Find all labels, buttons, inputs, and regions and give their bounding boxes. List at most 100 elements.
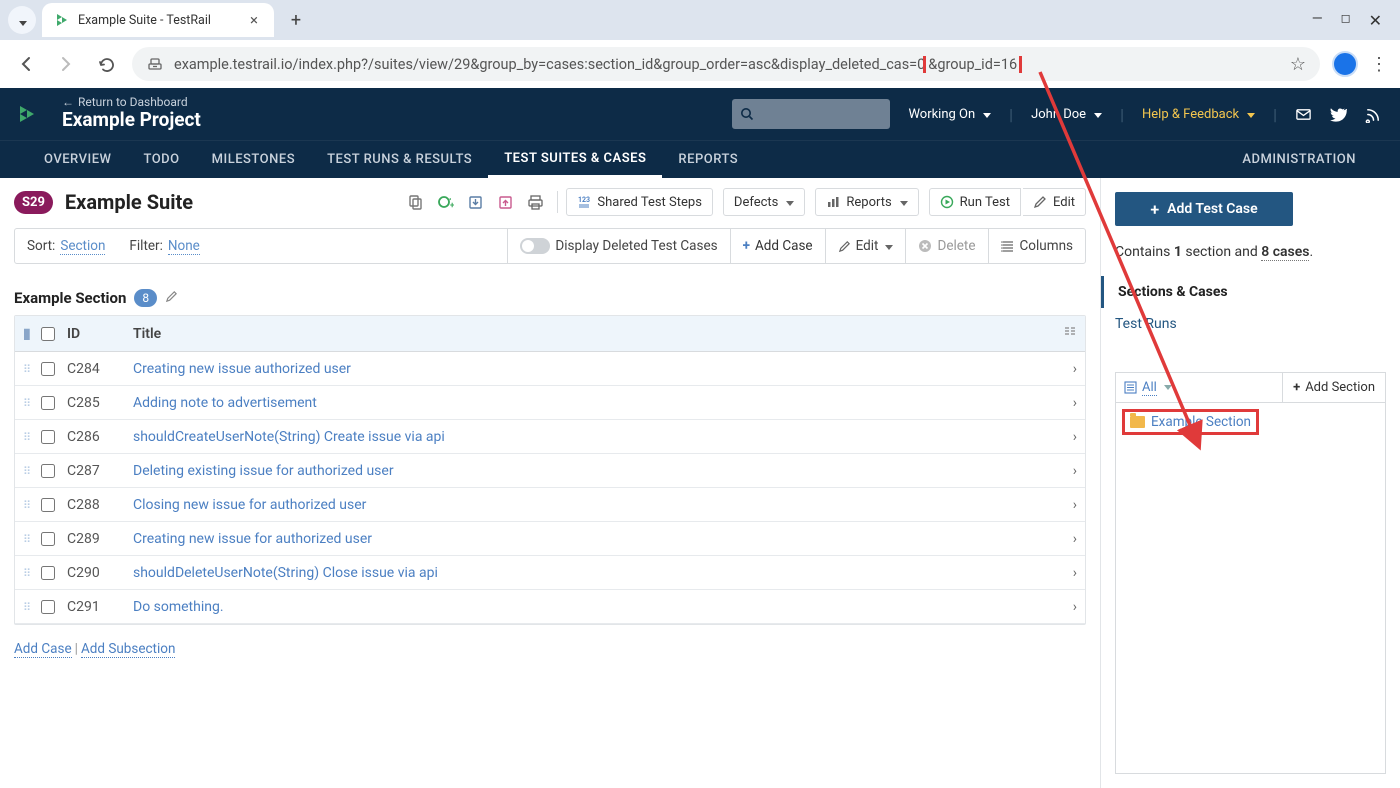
add-section-button[interactable]: +Add Section [1282,373,1385,402]
twitter-icon[interactable] [1330,106,1347,123]
table-row[interactable]: ⠿C290shouldDeleteUserNote(String) Close … [15,556,1085,590]
bookmark-icon[interactable]: ☆ [1290,54,1306,75]
rss-icon[interactable] [1365,106,1382,123]
nav-overview[interactable]: OVERVIEW [28,141,127,178]
global-search[interactable] [732,99,890,129]
expand-row-icon[interactable]: › [1047,463,1077,479]
nav-administration[interactable]: ADMINISTRATION [1226,141,1372,178]
nav-todo[interactable]: TODO [127,141,195,178]
sort-link[interactable]: Section [60,238,105,255]
case-title-link[interactable]: Creating new issue authorized user [133,361,1047,377]
view-mode-icon[interactable] [1047,325,1077,343]
user-menu[interactable]: John Doe [1031,107,1102,122]
expand-row-icon[interactable]: › [1047,361,1077,377]
deleted-toggle[interactable] [520,238,550,254]
drag-handle-icon[interactable]: ⠿ [23,465,30,478]
expand-row-icon[interactable]: › [1047,395,1077,411]
case-title-link[interactable]: Do something. [133,599,1047,615]
back-button[interactable] [12,50,40,78]
table-row[interactable]: ⠿C289Creating new issue for authorized u… [15,522,1085,556]
id-header[interactable]: ID [67,326,133,342]
nav-test-suites[interactable]: TEST SUITES & CASES [488,141,662,178]
tree-section-example[interactable]: Example Section [1122,409,1259,435]
address-bar[interactable]: example.testrail.io/index.php?/suites/vi… [132,47,1320,81]
row-checkbox[interactable] [41,362,55,376]
delete-button[interactable]: Delete [905,229,987,263]
table-row[interactable]: ⠿C287Deleting existing issue for authori… [15,454,1085,488]
case-title-link[interactable]: Adding note to advertisement [133,395,1047,411]
import-icon[interactable] [461,188,489,216]
site-info-icon[interactable] [146,55,164,73]
browser-tab[interactable]: Example Suite - TestRail × [42,3,274,37]
forward-button[interactable] [52,50,80,78]
row-checkbox[interactable] [41,566,55,580]
drag-handle-icon[interactable]: ⠿ [23,363,30,376]
table-row[interactable]: ⠿C286shouldCreateUserNote(String) Create… [15,420,1085,454]
shared-test-steps-button[interactable]: 123Shared Test Steps [566,188,713,216]
drag-handle-icon[interactable]: ⠿ [23,397,30,410]
mail-icon[interactable] [1295,106,1312,123]
tab-sections-cases[interactable]: Sections & Cases [1101,276,1400,308]
minimize-icon[interactable]: — [1312,11,1323,30]
copy-icon[interactable] [401,188,429,216]
edit-dropdown[interactable]: Edit [825,229,906,263]
drag-handle-icon[interactable]: ⠿ [23,431,30,444]
case-title-link[interactable]: Deleting existing issue for authorized u… [133,463,1047,479]
new-tab-button[interactable]: + [282,6,310,34]
expand-row-icon[interactable]: › [1047,599,1077,615]
drag-handle-icon[interactable]: ⠿ [23,499,30,512]
drag-handle-icon[interactable]: ⠿ [23,601,30,614]
edit-section-icon[interactable] [165,288,178,307]
drag-handle-icon[interactable]: ⠿ [23,567,30,580]
add-case-link[interactable]: Add Case [14,641,72,658]
rerun-icon[interactable]: + [431,188,459,216]
browser-menu-icon[interactable]: ⋮ [1370,54,1388,75]
case-title-link[interactable]: Closing new issue for authorized user [133,497,1047,513]
case-title-link[interactable]: shouldCreateUserNote(String) Create issu… [133,429,1047,445]
row-checkbox[interactable] [41,532,55,546]
expand-row-icon[interactable]: › [1047,429,1077,445]
app-logo-icon[interactable] [18,104,38,124]
add-case-button[interactable]: + Add Case [730,229,825,263]
expand-row-icon[interactable]: › [1047,565,1077,581]
defects-dropdown[interactable]: Defects [723,188,805,216]
nav-reports[interactable]: REPORTS [662,141,754,178]
case-title-link[interactable]: Creating new issue for authorized user [133,531,1047,547]
table-row[interactable]: ⠿C284Creating new issue authorized user› [15,352,1085,386]
row-checkbox[interactable] [41,396,55,410]
help-feedback-dropdown[interactable]: Help & Feedback [1142,107,1255,122]
drag-handle-icon[interactable]: ⠿ [23,533,30,546]
select-all-checkbox[interactable] [41,327,55,341]
title-header[interactable]: Title [133,326,1047,342]
row-checkbox[interactable] [41,464,55,478]
expand-row-icon[interactable]: › [1047,531,1077,547]
profile-avatar[interactable] [1332,51,1358,77]
table-row[interactable]: ⠿C291Do something.› [15,590,1085,624]
expand-row-icon[interactable]: › [1047,497,1077,513]
reload-button[interactable] [92,50,120,78]
nav-test-runs[interactable]: TEST RUNS & RESULTS [311,141,488,178]
columns-button[interactable]: Columns [988,229,1085,263]
working-on-dropdown[interactable]: Working On [908,107,991,122]
tab-search-dropdown[interactable] [8,6,36,34]
nav-milestones[interactable]: MILESTONES [196,141,311,178]
run-test-button[interactable]: Run Test [929,188,1021,216]
row-checkbox[interactable] [41,430,55,444]
close-tab-icon[interactable]: × [246,12,262,28]
table-row[interactable]: ⠿C288Closing new issue for authorized us… [15,488,1085,522]
maximize-icon[interactable]: ◻ [1341,11,1351,30]
case-title-link[interactable]: shouldDeleteUserNote(String) Close issue… [133,565,1047,581]
add-subsection-link[interactable]: Add Subsection [81,641,175,658]
print-icon[interactable] [521,188,549,216]
row-checkbox[interactable] [41,600,55,614]
filter-link[interactable]: None [168,238,200,255]
all-sections-link[interactable]: All [1142,380,1157,396]
reports-dropdown[interactable]: Reports [815,188,918,216]
table-row[interactable]: ⠿C285Adding note to advertisement› [15,386,1085,420]
add-test-case-button[interactable]: +Add Test Case [1115,192,1293,226]
row-checkbox[interactable] [41,498,55,512]
close-window-icon[interactable]: ✕ [1369,11,1382,30]
edit-suite-button[interactable]: Edit [1023,188,1086,216]
export-icon[interactable] [491,188,519,216]
tab-test-runs[interactable]: Test Runs [1101,308,1400,340]
